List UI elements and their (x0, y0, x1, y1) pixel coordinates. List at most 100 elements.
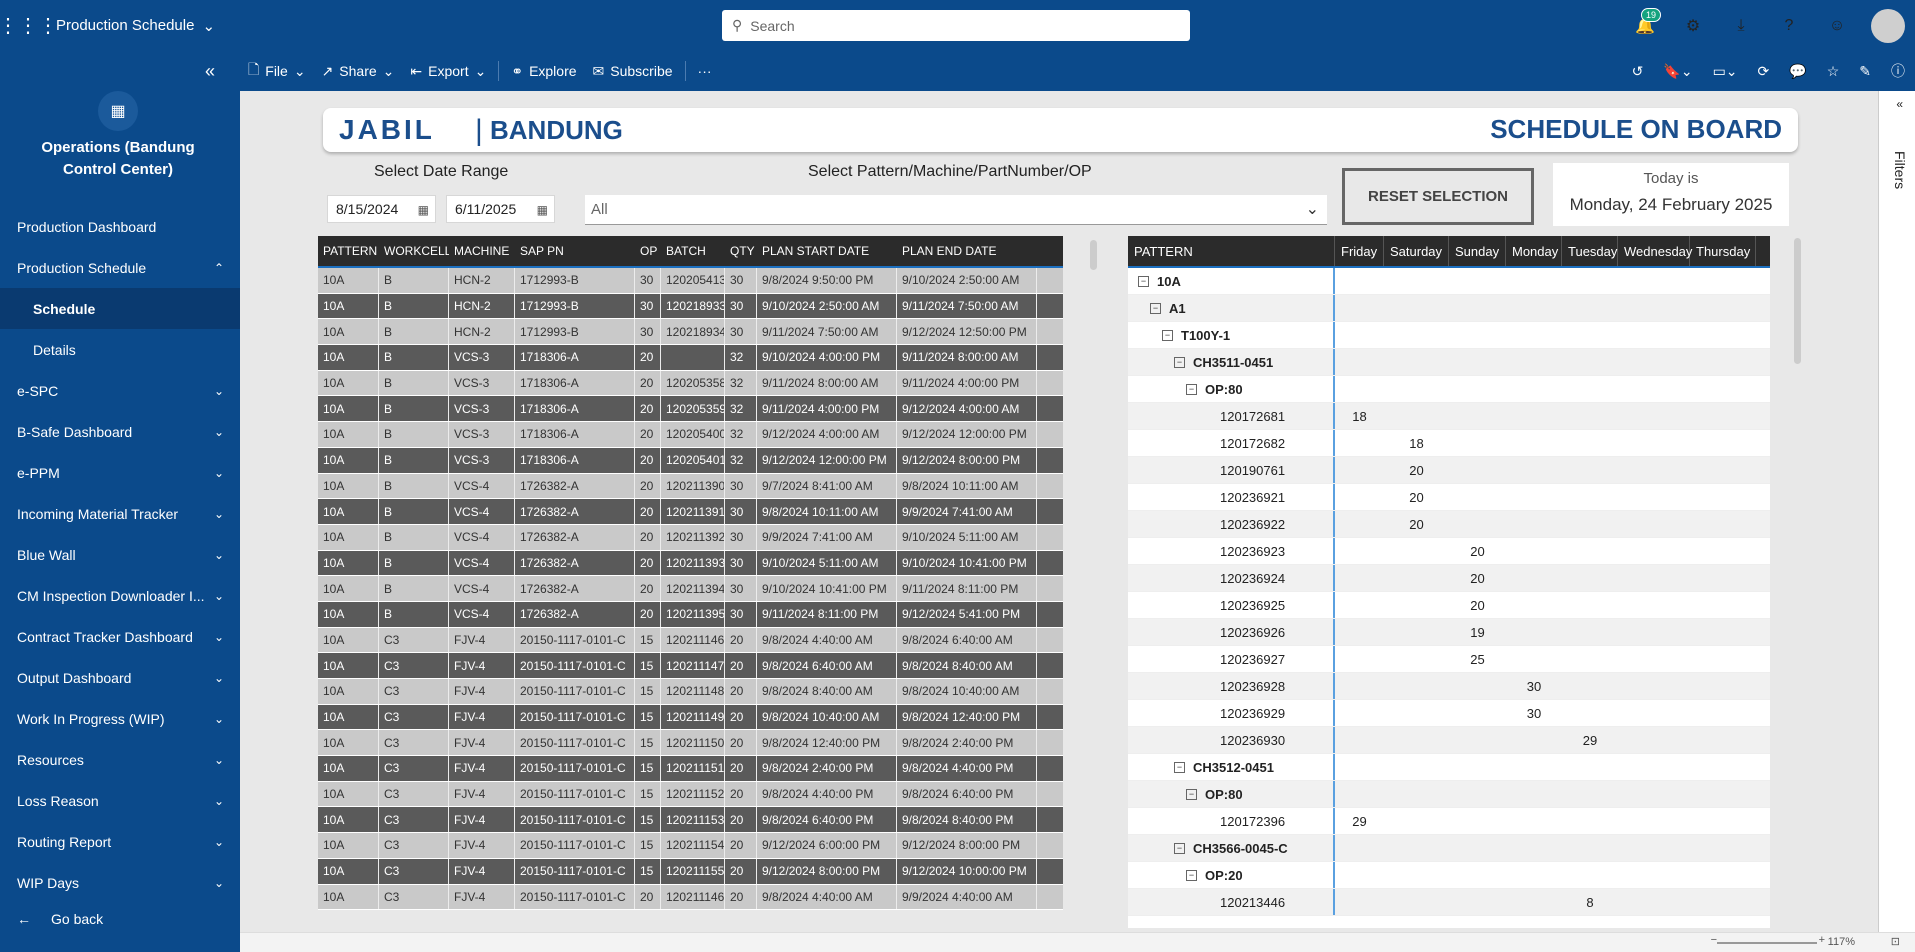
matrix-row[interactable]: − OP:20 (1128, 862, 1770, 889)
settings-icon[interactable]: ⚙ (1679, 12, 1707, 40)
table-row[interactable]: 10A C3 FJV-4 20150-1117-0101-C 15 120211148 20… (318, 679, 1063, 705)
fit-page-icon[interactable]: ⊡ (1891, 935, 1900, 948)
matrix-row[interactable]: − CH3566-0045-C (1128, 835, 1770, 862)
column-header[interactable]: BATCH (661, 244, 725, 258)
filters-pane[interactable]: « Filters (1878, 91, 1915, 932)
edit-icon[interactable]: ✎ (1859, 63, 1871, 80)
sidebar-item-cm-inspection-downloader-i[interactable]: CM Inspection Downloader I... ⌄ (0, 575, 240, 616)
column-header[interactable]: PLAN END DATE (897, 244, 1037, 258)
column-header[interactable]: OP (635, 244, 661, 258)
matrix-row[interactable]: 120236927 25 (1128, 646, 1770, 673)
collapse-icon[interactable]: − (1174, 761, 1185, 773)
info-icon[interactable]: ⓘ (1891, 61, 1905, 81)
matrix-row[interactable]: −10A (1128, 268, 1770, 295)
explore-button[interactable]: ⚭ Explore (503, 51, 584, 91)
table-row[interactable]: 10A C3 FJV-4 20150-1117-0101-C 15 120211146 20… (318, 627, 1063, 654)
export-menu[interactable]: ⇤ Export ⌄ (402, 51, 494, 91)
table-row[interactable]: 10A B HCN-2 1712993-B 30 120205413 30 9/8/2024 … (318, 268, 1063, 294)
matrix-row[interactable]: 120236922 20 (1128, 511, 1770, 538)
calendar-icon[interactable]: ▦ (418, 203, 429, 217)
matrix-row[interactable]: 120236929 30 (1128, 700, 1770, 727)
column-header[interactable]: WORKCELL (379, 244, 449, 258)
column-header[interactable]: PATTERN (318, 244, 379, 258)
zoom-out-icon[interactable]: − (1711, 934, 1717, 946)
feedback-icon[interactable]: ☺ (1823, 12, 1851, 40)
matrix-column-header[interactable]: PATTERN (1128, 236, 1335, 266)
sidebar-item-production-schedule[interactable]: Production Schedule ⌃ (0, 247, 240, 288)
subscribe-button[interactable]: ✉ Subscribe (585, 51, 681, 91)
table-row[interactable]: 10A B HCN-2 1712993-B 30 120218933 30 9/10/2024… (318, 293, 1063, 320)
matrix-row[interactable]: − OP:80 (1128, 781, 1770, 808)
collapse-icon[interactable]: − (1186, 869, 1197, 881)
table-scrollbar[interactable] (1090, 240, 1097, 270)
table-row[interactable]: 10A B VCS-3 1718306-A 20 120205358 32 9/11/2024… (318, 370, 1063, 397)
collapse-icon[interactable]: − (1174, 356, 1185, 368)
sidebar-item-work-in-progress-wip[interactable]: Work In Progress (WIP) ⌄ (0, 698, 240, 739)
matrix-row[interactable]: 120236923 20 (1128, 538, 1770, 565)
matrix-row[interactable]: − CH3511-0451 (1128, 349, 1770, 376)
matrix-row[interactable]: 120236928 30 (1128, 673, 1770, 700)
column-header[interactable]: PLAN START DATE (757, 244, 897, 258)
refresh-icon[interactable]: ⟳ (1758, 63, 1770, 80)
matrix-column-header[interactable]: Thursday (1690, 236, 1756, 266)
column-header[interactable]: MACHINE (449, 244, 515, 258)
sidebar-item-routing-report[interactable]: Routing Report ⌄ (0, 821, 240, 862)
download-icon[interactable]: ⤓ (1727, 12, 1755, 40)
table-row[interactable]: 10A C3 FJV-4 20150-1117-0101-C 15 120211150 20… (318, 730, 1063, 757)
collapse-icon[interactable]: − (1138, 275, 1149, 287)
matrix-column-header[interactable]: Friday (1335, 236, 1384, 266)
matrix-column-header[interactable]: Sunday (1449, 236, 1506, 266)
sidebar-item-b-safe-dashboard[interactable]: B-Safe Dashboard ⌄ (0, 411, 240, 452)
sidebar-item-wip-days[interactable]: WIP Days ⌄ (0, 862, 240, 903)
matrix-column-header[interactable]: Tuesday (1562, 236, 1618, 266)
share-menu[interactable]: ↗ Share ⌄ (314, 51, 403, 91)
table-row[interactable]: 10A B VCS-3 1718306-A 20 120205401 32 9/12/2024… (318, 447, 1063, 474)
table-row[interactable]: 10A B VCS-3 1718306-A 20 120205400 32 9/12/2024… (318, 422, 1063, 448)
collapse-icon[interactable]: − (1150, 302, 1161, 314)
sidebar-item-incoming-material-tracker[interactable]: Incoming Material Tracker ⌄ (0, 493, 240, 534)
sidebar-item-blue-wall[interactable]: Blue Wall ⌄ (0, 534, 240, 575)
sidebar-item-resources[interactable]: Resources ⌄ (0, 739, 240, 780)
reset-selection-button[interactable]: RESET SELECTION (1342, 168, 1534, 225)
help-icon[interactable]: ? (1775, 12, 1803, 40)
collapse-icon[interactable]: − (1174, 842, 1185, 854)
go-back-link[interactable]: ← Go back (17, 911, 103, 927)
expand-filters-icon[interactable]: « (1896, 97, 1903, 111)
matrix-row[interactable]: 120172396 29 (1128, 808, 1770, 835)
pattern-filter-dropdown[interactable]: All ⌄ (585, 195, 1327, 225)
view-icon[interactable]: ▭⌄ (1713, 63, 1738, 80)
table-row[interactable]: 10A C3 FJV-4 20150-1117-0101-C 15 120211149 20… (318, 704, 1063, 731)
zoom-slider[interactable] (1717, 942, 1817, 944)
sidebar-item-output-dashboard[interactable]: Output Dashboard ⌄ (0, 657, 240, 698)
sidebar-item-e-ppm[interactable]: e-PPM ⌄ (0, 452, 240, 493)
more-options-button[interactable]: ··· (690, 51, 720, 91)
matrix-row[interactable]: 120236924 20 (1128, 565, 1770, 592)
comment-icon[interactable]: 💬 (1789, 63, 1806, 80)
sidebar-item-schedule[interactable]: Schedule (0, 288, 240, 329)
calendar-icon[interactable]: ▦ (537, 203, 548, 217)
matrix-row[interactable]: − T100Y-1 (1128, 322, 1770, 349)
matrix-column-header[interactable]: Monday (1506, 236, 1562, 266)
date-from-input[interactable]: 8/15/2024 ▦ (327, 195, 436, 223)
notifications-icon[interactable]: 🔔 19 (1631, 7, 1661, 40)
sidebar-item-e-spc[interactable]: e-SPC ⌄ (0, 370, 240, 411)
app-title-dropdown[interactable]: Production Schedule ⌄ (56, 17, 215, 35)
matrix-row[interactable]: 120172681 18 (1128, 403, 1770, 430)
matrix-row[interactable]: 120236925 20 (1128, 592, 1770, 619)
column-header[interactable]: SAP PN (515, 244, 635, 258)
favorite-icon[interactable]: ☆ (1827, 63, 1840, 80)
sidebar-item-loss-reason[interactable]: Loss Reason ⌄ (0, 780, 240, 821)
undo-icon[interactable]: ↺ (1632, 63, 1644, 80)
zoom-in-icon[interactable]: + (1819, 934, 1825, 946)
table-row[interactable]: 10A B VCS-4 1726382-A 20 120211392 30 9/9/2024 … (318, 524, 1063, 551)
table-row[interactable]: 10A C3 FJV-4 20150-1117-0101-C 15 120211147 20… (318, 653, 1063, 679)
matrix-scrollbar[interactable] (1794, 238, 1801, 364)
collapse-icon[interactable]: − (1162, 329, 1173, 341)
matrix-row[interactable]: 120172682 18 (1128, 430, 1770, 457)
matrix-row[interactable]: − CH3512-0451 (1128, 754, 1770, 781)
matrix-column-header[interactable]: Saturday (1384, 236, 1449, 266)
matrix-row[interactable]: − A1 (1128, 295, 1770, 322)
table-row[interactable]: 10A B VCS-4 1726382-A 20 120211391 30 9/8/2024 … (318, 499, 1063, 525)
sidebar-item-details[interactable]: Details (0, 329, 240, 370)
matrix-row[interactable]: 120236930 29 (1128, 727, 1770, 754)
